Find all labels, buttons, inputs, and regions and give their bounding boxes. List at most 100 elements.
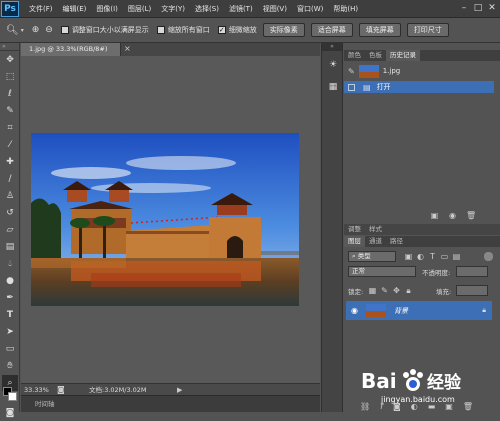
menu-window[interactable]: 窗口(W) — [297, 4, 323, 14]
canvas-area[interactable] — [21, 56, 320, 383]
background-color-swatch[interactable] — [8, 392, 17, 401]
zoom-all-windows-checkbox[interactable] — [156, 26, 165, 34]
path-select-tool-icon[interactable]: ➤ — [2, 324, 18, 340]
scrubby-zoom-checkbox[interactable]: ✓ — [217, 26, 226, 34]
timeline-panel-bar[interactable]: 时间轴 — [21, 395, 320, 412]
tab-layers[interactable]: 图层 — [344, 236, 365, 247]
brush-tool-icon[interactable]: ∕ — [2, 171, 18, 187]
fill-label: 填充: — [436, 288, 452, 296]
filter-type-icon[interactable]: T — [428, 252, 437, 261]
add-mask-icon[interactable]: ◙ — [393, 402, 401, 411]
link-layers-icon[interactable]: ⛓ — [360, 402, 370, 411]
layer-style-icon[interactable]: f — [380, 402, 383, 411]
type-tool-icon[interactable]: T — [2, 307, 18, 323]
lock-position-icon[interactable]: ✥ — [392, 286, 401, 295]
filter-shape-icon[interactable]: ▭ — [440, 252, 449, 261]
layer-kind-filter[interactable]: ⌕ 类型 — [348, 251, 396, 262]
filter-toggle-icon[interactable] — [484, 252, 493, 261]
delete-layer-icon[interactable]: 🗑︎ — [463, 402, 473, 411]
stamp-tool-icon[interactable]: ♙ — [2, 188, 18, 204]
new-adjustment-icon[interactable]: ◐ — [411, 402, 418, 411]
tools-panel: » ✥ ⬚ ℓ ✎ ⌗ ⁄ ✚ ∕ ♙ ↺ ▱ ▤ 💧︎ ● ✒ T ➤ ▭ ✋… — [0, 43, 20, 418]
history-step-row[interactable]: ▤ 打开 — [344, 81, 494, 93]
quick-mask-icon[interactable]: ◙ — [2, 405, 18, 421]
menu-file[interactable]: 文件(F) — [29, 4, 53, 14]
strip-grip[interactable]: « — [322, 43, 342, 51]
menu-filter[interactable]: 滤镜(T) — [229, 4, 253, 14]
print-size-button[interactable]: 打印尺寸 — [406, 23, 449, 37]
tab-color[interactable]: 颜色 — [344, 50, 365, 61]
close-tab-icon[interactable]: × — [124, 44, 131, 53]
gradient-tool-icon[interactable]: ▤ — [2, 239, 18, 255]
photoshop-logo: Ps — [1, 0, 19, 17]
history-delete-icon[interactable]: 🗑︎ — [466, 211, 476, 220]
menu-view[interactable]: 视图(V) — [263, 4, 287, 14]
lock-transparent-icon[interactable]: ▦ — [368, 286, 377, 295]
styles-panel-icon[interactable]: ▦ — [325, 79, 341, 95]
history-new-snapshot-icon[interactable]: ◉ — [448, 211, 457, 220]
toolbar-grip[interactable]: » — [0, 43, 19, 51]
menu-type[interactable]: 文字(Y) — [161, 4, 185, 14]
menu-layer[interactable]: 图层(L) — [128, 4, 151, 14]
close-icon[interactable]: ✕ — [486, 3, 498, 14]
lasso-tool-icon[interactable]: ℓ — [2, 86, 18, 102]
menu-select[interactable]: 选择(S) — [195, 4, 219, 14]
layers-panel-tabs: 图层 通道 路径 — [344, 236, 500, 247]
document-tab[interactable]: 1.jpg @ 33.3%(RGB/8#) — [21, 43, 121, 56]
blur-tool-icon[interactable]: 💧︎ — [2, 256, 18, 272]
move-tool-icon[interactable]: ✥ — [2, 52, 18, 68]
history-snapshot-row[interactable]: ✎ 1.jpg — [344, 63, 494, 79]
tool-preset-chevron-icon[interactable]: ▾ — [21, 27, 24, 34]
tab-channels[interactable]: 通道 — [365, 236, 386, 247]
scrubby-zoom-option[interactable]: ✓ 细微缩放 — [217, 25, 257, 35]
blend-mode-select[interactable]: 正常 — [348, 266, 416, 277]
history-panel-tabs: 颜色 色板 历史记录 — [344, 50, 500, 61]
tab-styles[interactable]: 样式 — [365, 224, 386, 235]
minimize-icon[interactable]: – — [458, 3, 470, 14]
filter-adjustment-icon[interactable]: ◐ — [416, 252, 425, 261]
shape-tool-icon[interactable]: ▭ — [2, 341, 18, 357]
menu-help[interactable]: 帮助(H) — [333, 4, 358, 14]
fill-field[interactable] — [456, 285, 488, 296]
marquee-tool-icon[interactable]: ⬚ — [2, 69, 18, 85]
filter-pixel-icon[interactable]: ▣ — [404, 252, 413, 261]
history-snapshot-doc-icon[interactable]: ▣ — [430, 211, 439, 220]
menu-edit[interactable]: 编辑(E) — [63, 4, 87, 14]
menu-image[interactable]: 图像(I) — [96, 4, 118, 14]
hand-tool-icon[interactable]: ✋︎ — [2, 358, 18, 374]
adjustments-panel-icon[interactable]: ☀ — [325, 57, 341, 73]
layer-visibility-eye-icon[interactable]: ◉ — [351, 306, 358, 315]
tab-adjustments[interactable]: 调整 — [344, 224, 365, 235]
history-step-checkbox[interactable] — [348, 83, 355, 91]
lock-pixels-icon[interactable]: ✎ — [380, 286, 389, 295]
zoom-out-icon[interactable]: ⊖ — [45, 25, 53, 35]
eraser-tool-icon[interactable]: ▱ — [2, 222, 18, 238]
eyedropper-tool-icon[interactable]: ⁄ — [2, 137, 18, 153]
resize-windows-checkbox[interactable] — [60, 26, 69, 34]
lock-all-icon[interactable]: 🔒︎ — [404, 286, 413, 295]
resize-windows-option[interactable]: 调整窗口大小以满屏显示 — [60, 25, 149, 35]
history-brush-source-icon[interactable]: ✎ — [348, 67, 355, 76]
maximize-icon[interactable]: □ — [472, 3, 484, 14]
tab-swatches[interactable]: 色板 — [365, 50, 386, 61]
history-brush-tool-icon[interactable]: ↺ — [2, 205, 18, 221]
fill-screen-button[interactable]: 填充屏幕 — [358, 23, 401, 37]
filter-smart-icon[interactable]: ▤ — [452, 252, 461, 261]
fit-screen-button[interactable]: 适合屏幕 — [310, 23, 353, 37]
new-group-icon[interactable]: ▬ — [428, 402, 436, 411]
dodge-tool-icon[interactable]: ● — [2, 273, 18, 289]
zoom-in-icon[interactable]: ⊕ — [32, 25, 40, 35]
quick-select-tool-icon[interactable]: ✎ — [2, 103, 18, 119]
pen-tool-icon[interactable]: ✒ — [2, 290, 18, 306]
layer-row-background[interactable]: ◉ 背景 🔒︎ — [346, 301, 492, 320]
healing-tool-icon[interactable]: ✚ — [2, 154, 18, 170]
tab-paths[interactable]: 路径 — [386, 236, 407, 247]
crop-tool-icon[interactable]: ⌗ — [2, 120, 18, 136]
zoom-all-windows-option[interactable]: 缩放所有窗口 — [156, 25, 210, 35]
opacity-field[interactable] — [456, 266, 488, 277]
new-layer-icon[interactable]: ▣ — [445, 402, 453, 411]
timeline-label: 时间轴 — [35, 400, 55, 408]
actual-pixels-button[interactable]: 实际像素 — [262, 23, 305, 37]
zoom-tool-icon[interactable]: 🔍︎ — [6, 25, 19, 36]
tab-history[interactable]: 历史记录 — [386, 50, 420, 61]
